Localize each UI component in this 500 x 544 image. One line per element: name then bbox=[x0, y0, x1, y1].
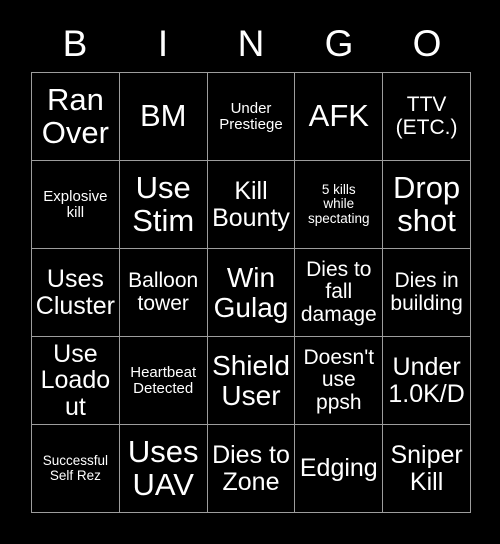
bingo-cell[interactable]: Explosive kill bbox=[32, 161, 119, 248]
bingo-cell-label: Use Stim bbox=[132, 169, 195, 238]
bingo-header-letter-n: N bbox=[237, 22, 265, 64]
bingo-grid: Ran Over BM Under Prestiege AFK TTV (ETC.) Ex… bbox=[31, 72, 471, 513]
bingo-cell-label: Sniper Kill bbox=[390, 441, 463, 496]
bingo-cell-label: Drop shot bbox=[392, 169, 461, 238]
bingo-cell-label: Ran Over bbox=[41, 81, 109, 150]
bingo-cell[interactable]: Ran Over bbox=[32, 73, 119, 160]
bingo-cell-label: Win Gulag bbox=[213, 262, 289, 323]
bingo-cell[interactable]: Sniper Kill bbox=[383, 425, 470, 512]
bingo-cell[interactable]: Dies in building bbox=[383, 249, 470, 336]
bingo-cell[interactable]: Shield User bbox=[207, 337, 295, 424]
bingo-cell-label: Dies in building bbox=[390, 269, 463, 315]
bingo-header-letter-b: B bbox=[62, 22, 88, 64]
bingo-cell-label: Uses UAV bbox=[127, 433, 199, 502]
bingo-cell[interactable]: Uses Cluster bbox=[32, 249, 119, 336]
bingo-cell[interactable]: Uses UAV bbox=[119, 425, 207, 512]
bingo-cell[interactable]: Under 1.0K/D bbox=[383, 337, 470, 424]
bingo-cell-label: Dies to Zone bbox=[212, 441, 290, 496]
bingo-cell-label: Use Loadout bbox=[40, 340, 111, 421]
bingo-cell-label: Balloon tower bbox=[128, 269, 199, 315]
bingo-cell[interactable]: Edging bbox=[295, 425, 383, 512]
bingo-cell-label: Explosive kill bbox=[43, 187, 108, 221]
bingo-cell-label: Kill Bounty bbox=[212, 177, 290, 232]
bingo-header-letter-i: I bbox=[157, 22, 169, 64]
bingo-cell-label: Edging bbox=[299, 454, 378, 483]
bingo-cell-label: Doesn't use ppsh bbox=[303, 346, 375, 414]
bingo-cell[interactable]: TTV (ETC.) bbox=[383, 73, 470, 160]
bingo-header-letter-g: G bbox=[324, 22, 354, 64]
bingo-cell[interactable]: Under Prestiege bbox=[207, 73, 295, 160]
bingo-cell[interactable]: AFK bbox=[295, 73, 383, 160]
bingo-cell-label: 5 kills while spectating bbox=[308, 182, 370, 226]
bingo-cell[interactable]: Use Loadout bbox=[32, 337, 119, 424]
bingo-cell[interactable]: 5 kills while spectating bbox=[295, 161, 383, 248]
bingo-cell[interactable]: Dies to fall damage bbox=[295, 249, 383, 336]
bingo-cell-label: Shield User bbox=[212, 350, 290, 411]
bingo-cell[interactable]: BM bbox=[119, 73, 207, 160]
bingo-cell[interactable]: Balloon tower bbox=[119, 249, 207, 336]
bingo-cell[interactable]: Kill Bounty bbox=[207, 161, 295, 248]
bingo-cell[interactable]: Doesn't use ppsh bbox=[295, 337, 383, 424]
bingo-cell[interactable]: Drop shot bbox=[383, 161, 470, 248]
bingo-cell-label: Under Prestiege bbox=[219, 99, 283, 133]
bingo-card: B I N G O Ran Over BM Under Prestiege AFK TT… bbox=[0, 0, 500, 544]
bingo-cell-label: TTV (ETC.) bbox=[395, 93, 458, 139]
bingo-cell[interactable]: Use Stim bbox=[119, 161, 207, 248]
bingo-header: B I N G O bbox=[31, 17, 471, 69]
bingo-cell-label: AFK bbox=[308, 98, 369, 134]
bingo-cell-label: BM bbox=[139, 98, 187, 134]
bingo-cell[interactable]: Win Gulag bbox=[207, 249, 295, 336]
bingo-cell[interactable]: Successful Self Rez bbox=[32, 425, 119, 512]
bingo-cell[interactable]: Heartbeat Detected bbox=[119, 337, 207, 424]
bingo-cell-label: Under 1.0K/D bbox=[388, 353, 465, 408]
bingo-cell-label: Dies to fall damage bbox=[300, 258, 377, 326]
bingo-cell-label: Uses Cluster bbox=[35, 265, 115, 320]
bingo-cell-label: Heartbeat Detected bbox=[130, 363, 197, 397]
bingo-header-letter-o: O bbox=[412, 22, 442, 64]
bingo-cell[interactable]: Dies to Zone bbox=[207, 425, 295, 512]
bingo-cell-label: Successful Self Rez bbox=[42, 453, 109, 483]
